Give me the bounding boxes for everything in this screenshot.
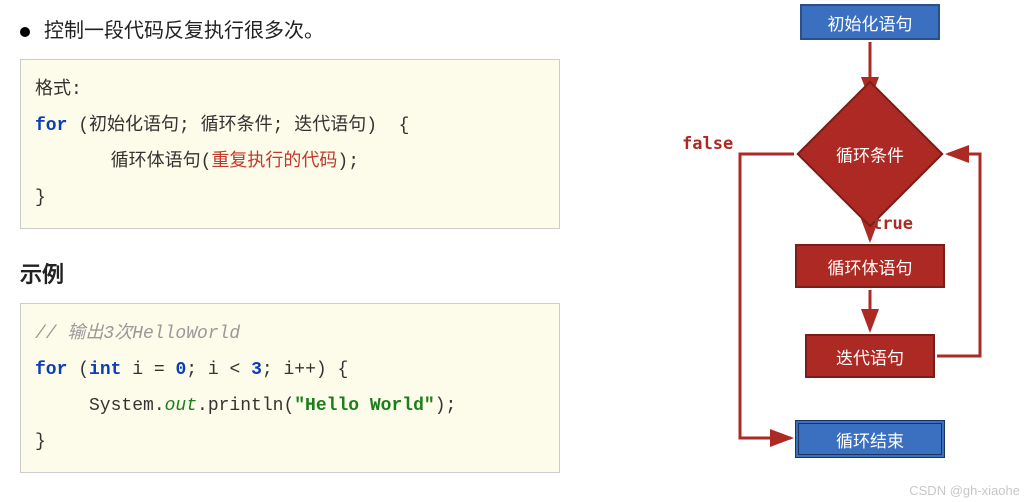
bullet-icon — [20, 27, 30, 37]
ex-for: for — [35, 360, 67, 380]
ex-print-mid: .println( — [197, 396, 294, 416]
false-label: false — [682, 134, 733, 154]
close-brace: } — [35, 188, 46, 208]
watermark: CSDN @gh-xiaohe — [909, 483, 1020, 498]
ex-int: int — [89, 360, 121, 380]
ex-three: 3 — [251, 360, 262, 380]
flow-cond: 循环条件 — [796, 80, 943, 227]
flow-end-label: 循环结束 — [836, 427, 904, 452]
format-code-box: 格式: for (初始化语句; 循环条件; 迭代语句) { 循环体语句(重复执行… — [20, 59, 560, 229]
bullet-line: 控制一段代码反复执行很多次。 — [20, 14, 560, 43]
example-heading: 示例 — [20, 257, 560, 289]
ex-print-prefix: System. — [35, 396, 165, 416]
flow-start: 初始化语句 — [800, 4, 940, 40]
ex-print-suffix: ); — [435, 396, 457, 416]
ex-close: } — [35, 432, 46, 452]
flow-iter-label: 迭代语句 — [836, 344, 904, 369]
body-prefix: 循环体语句( — [35, 152, 211, 172]
flow-arrows — [640, 4, 1020, 464]
flow-iter: 迭代语句 — [805, 334, 935, 378]
body-red: 重复执行的代码 — [211, 152, 337, 172]
bullet-text: 控制一段代码反复执行很多次。 — [44, 20, 324, 42]
body-suffix: ); — [337, 152, 359, 172]
flow-cond-label: 循环条件 — [836, 142, 904, 167]
flow-body-label: 循环体语句 — [828, 254, 913, 279]
ex-iter: ; i++) { — [262, 360, 348, 380]
true-label: true — [872, 214, 913, 234]
comment: // 输出3次HelloWorld — [35, 324, 240, 344]
ex-var: i = — [121, 360, 175, 380]
ex-zero: 0 — [175, 360, 186, 380]
flow-body: 循环体语句 — [795, 244, 945, 288]
ex-str: "Hello World" — [294, 396, 434, 416]
example-code-box: // 输出3次HelloWorld for (int i = 0; i < 3;… — [20, 303, 560, 473]
ex-out: out — [165, 396, 197, 416]
flow-start-label: 初始化语句 — [828, 10, 913, 35]
for-args: (初始化语句; 循环条件; 迭代语句) { — [67, 116, 409, 136]
flowchart: 初始化语句 循环条件 循环体语句 迭代语句 循环结束 true false — [640, 4, 1020, 464]
ex-cond-prefix: ; i < — [186, 360, 251, 380]
format-label: 格式: — [35, 80, 82, 100]
for-keyword: for — [35, 116, 67, 136]
flow-end: 循环结束 — [795, 420, 945, 458]
